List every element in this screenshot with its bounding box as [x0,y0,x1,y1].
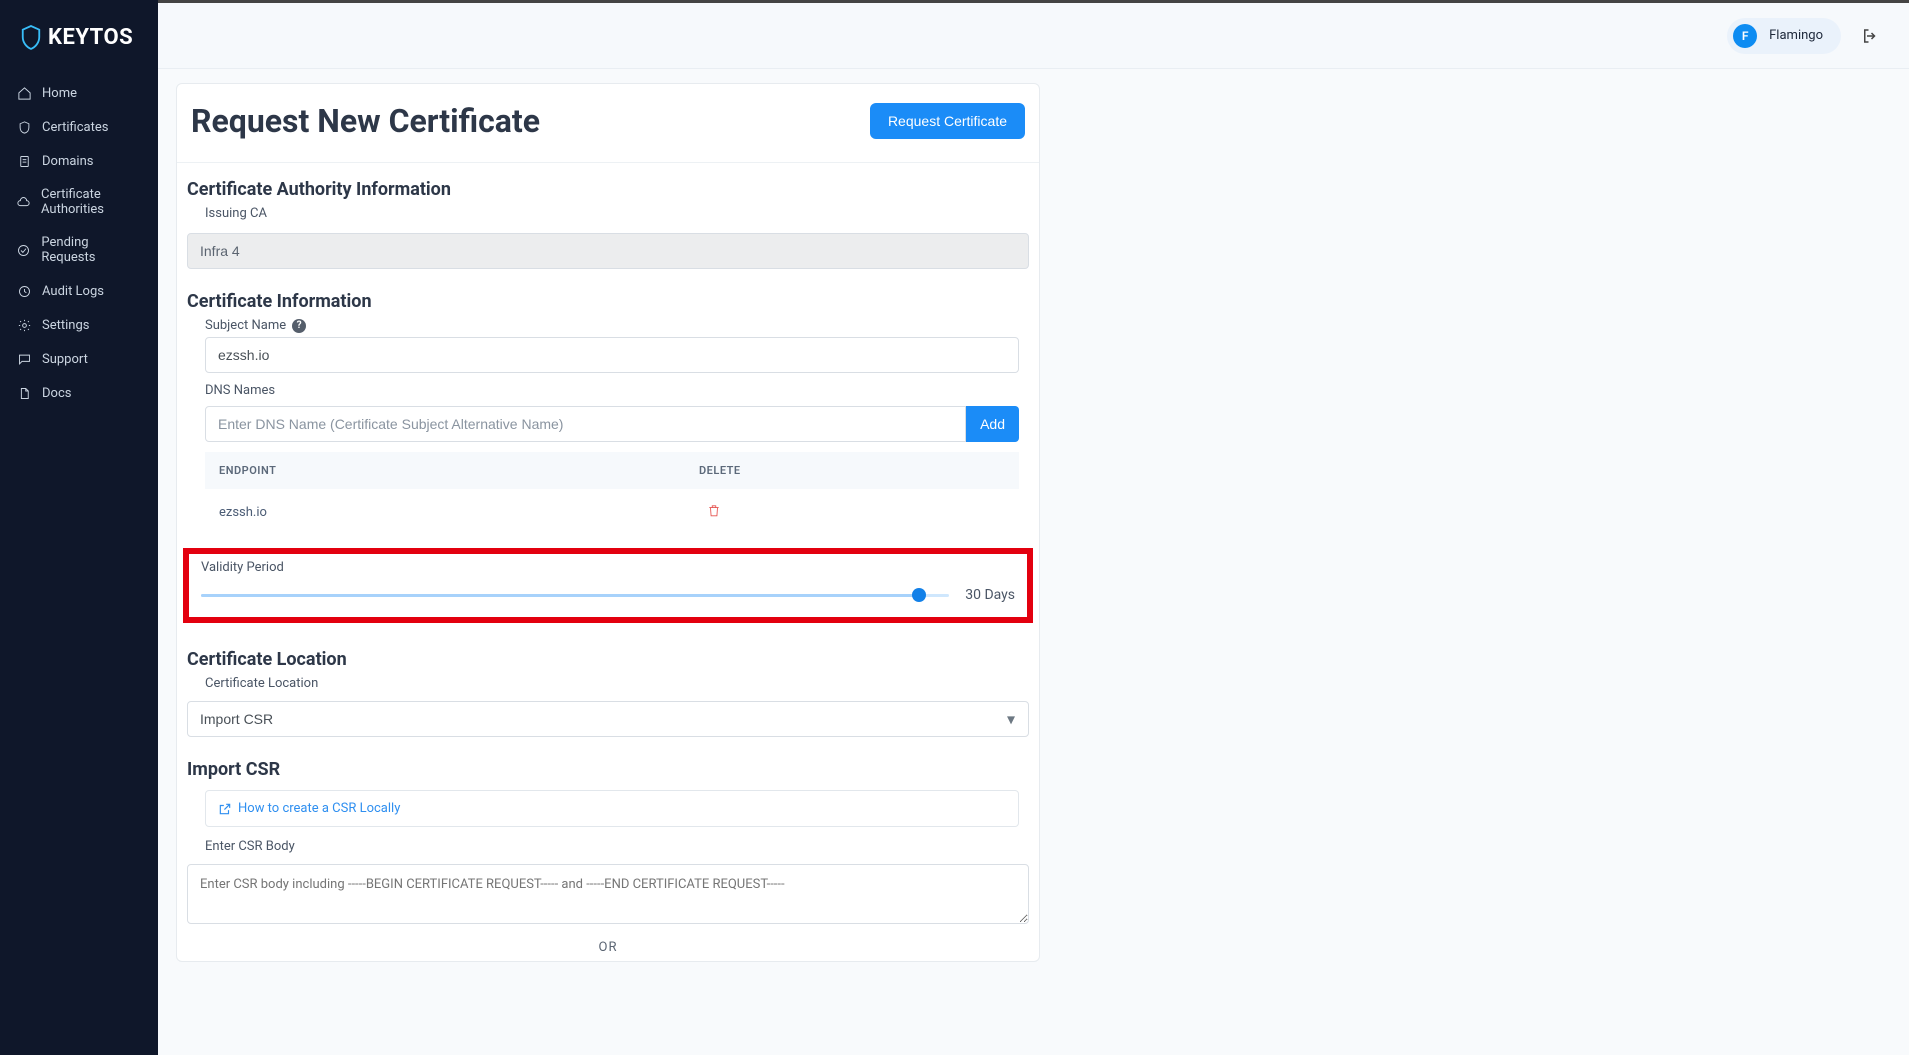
document-icon [16,153,32,169]
csr-body-label: Enter CSR Body [205,839,1019,854]
location-section-title: Certificate Location [187,649,1029,670]
user-chip[interactable]: F Flamingo [1727,18,1841,54]
logout-button[interactable] [1855,21,1885,51]
subject-name-label-text: Subject Name [205,318,286,333]
content-scroll[interactable]: Request New Certificate Request Certific… [158,69,1909,1055]
nav-list: Home Certificates Domains Certificate Au… [0,68,158,410]
page-title: Request New Certificate [191,102,540,140]
topbar: F Flamingo [158,3,1909,69]
nav-cas-label: Certificate Authorities [41,187,142,217]
nav-audit[interactable]: Audit Logs [0,274,158,308]
nav-domains-label: Domains [42,154,93,169]
nav-settings[interactable]: Settings [0,308,158,342]
external-link-icon [218,802,232,816]
nav-certificates-label: Certificates [42,120,108,135]
nav-docs[interactable]: Docs [0,376,158,410]
form-card: Request New Certificate Request Certific… [176,83,1040,962]
chat-icon [16,351,32,367]
csr-help-link[interactable]: How to create a CSR Locally [238,801,400,816]
validity-value: 30 Days [965,587,1015,603]
dns-table-header: ENDPOINT DELETE [205,452,1019,489]
endpoint-cell: ezssh.io [219,505,699,520]
issuing-ca-label: Issuing CA [205,206,1019,221]
nav-support[interactable]: Support [0,342,158,376]
brand-logo: KEYTOS [0,8,158,68]
clock-icon [16,283,32,299]
location-select[interactable] [187,701,1029,737]
nav-docs-label: Docs [42,386,71,401]
ca-section-title: Certificate Authority Information [187,179,1029,200]
col-endpoint-header: ENDPOINT [219,464,699,477]
main-area: F Flamingo Request New Certificate Reque… [158,0,1909,1055]
nav-audit-label: Audit Logs [42,284,104,299]
home-icon [16,85,32,101]
col-delete-header: DELETE [699,464,799,477]
user-name: Flamingo [1769,28,1823,43]
dns-name-input[interactable] [205,406,966,442]
nav-certificates[interactable]: Certificates [0,110,158,144]
brand-name: KEYTOS [48,25,133,50]
nav-settings-label: Settings [42,318,89,333]
nav-pending[interactable]: Pending Requests [0,226,158,274]
cert-section-title: Certificate Information [187,291,1029,312]
nav-support-label: Support [42,352,88,367]
ca-section: Certificate Authority Information Issuin… [177,163,1039,275]
nav-home[interactable]: Home [0,76,158,110]
subject-name-input[interactable] [205,337,1019,373]
slider-fill [201,594,919,597]
dns-names-label: DNS Names [205,383,1019,398]
sidebar: KEYTOS Home Certificates Domains Certifi… [0,0,158,1055]
slider-thumb[interactable] [912,588,926,602]
help-icon[interactable]: ? [292,319,306,333]
nav-domains[interactable]: Domains [0,144,158,178]
subject-name-label: Subject Name ? [205,318,1019,333]
location-section: Certificate Location Certificate Locatio… [177,633,1039,743]
card-header: Request New Certificate Request Certific… [177,84,1039,163]
csr-help-link-row: How to create a CSR Locally [205,790,1019,827]
file-icon [16,385,32,401]
logout-icon [1861,27,1879,45]
request-certificate-button[interactable]: Request Certificate [870,103,1025,139]
dns-table: ENDPOINT DELETE ezssh.io [205,452,1019,536]
csr-section-title: Import CSR [187,759,1029,780]
check-circle-icon [16,242,31,258]
cert-section: Certificate Information Subject Name ? D… [177,275,1039,542]
avatar: F [1733,24,1757,48]
issuing-ca-input [187,233,1029,269]
cloud-icon [16,194,31,210]
nav-home-label: Home [42,86,77,101]
csr-body-input[interactable] [187,864,1029,924]
slider-track[interactable] [201,594,949,597]
validity-highlight: Validity Period 30 Days [183,548,1033,623]
nav-cas[interactable]: Certificate Authorities [0,178,158,226]
delete-row-button[interactable] [707,503,721,518]
location-label: Certificate Location [205,676,1019,691]
add-dns-button[interactable]: Add [966,406,1019,442]
or-divider: OR [187,940,1029,955]
validity-label: Validity Period [201,560,1015,575]
csr-section: Import CSR How to create a CSR Locally E… [177,743,1039,961]
gear-icon [16,317,32,333]
shield-icon [16,119,32,135]
validity-slider[interactable]: 30 Days [201,587,1015,603]
shield-logo-icon [20,24,42,50]
nav-pending-label: Pending Requests [41,235,142,265]
trash-icon [707,503,721,518]
table-row: ezssh.io [205,489,1019,536]
